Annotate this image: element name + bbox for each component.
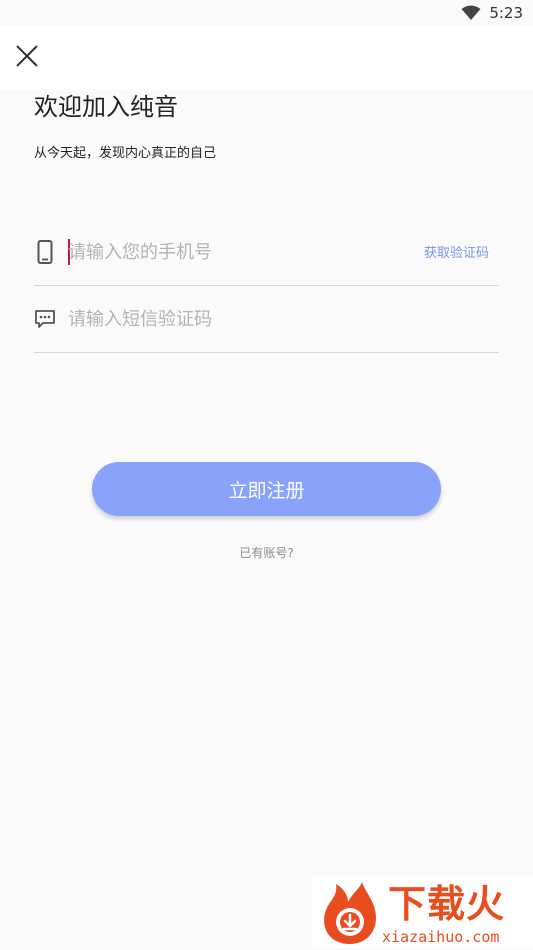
phone-icon: [34, 239, 56, 265]
get-code-button[interactable]: 获取验证码: [424, 242, 489, 261]
watermark-url: xiazaihuo.com: [382, 928, 500, 946]
message-icon: [34, 306, 56, 332]
status-indicators: 5:23: [461, 4, 523, 22]
welcome-subtitle: 从今天起，发现内心真正的自己: [34, 146, 217, 161]
watermark: 下载火 xiazaihuo.com: [312, 876, 533, 948]
close-icon: [15, 44, 39, 72]
phone-field-row: 获取验证码: [34, 219, 499, 286]
login-link[interactable]: 已有账号?: [0, 544, 533, 561]
close-button[interactable]: [10, 41, 44, 75]
status-bar: 5:23: [0, 0, 533, 27]
welcome-title: 欢迎加入纯音: [34, 93, 178, 121]
sms-code-input[interactable]: [68, 302, 408, 336]
phone-input[interactable]: [68, 235, 408, 269]
sms-field-row: [34, 286, 499, 353]
register-button[interactable]: 立即注册: [92, 462, 441, 516]
toolbar: [0, 27, 533, 89]
status-time: 5:23: [489, 4, 523, 22]
wifi-icon: [461, 5, 481, 21]
flame-logo-icon: [318, 880, 382, 950]
watermark-brand: 下载火: [388, 882, 506, 926]
